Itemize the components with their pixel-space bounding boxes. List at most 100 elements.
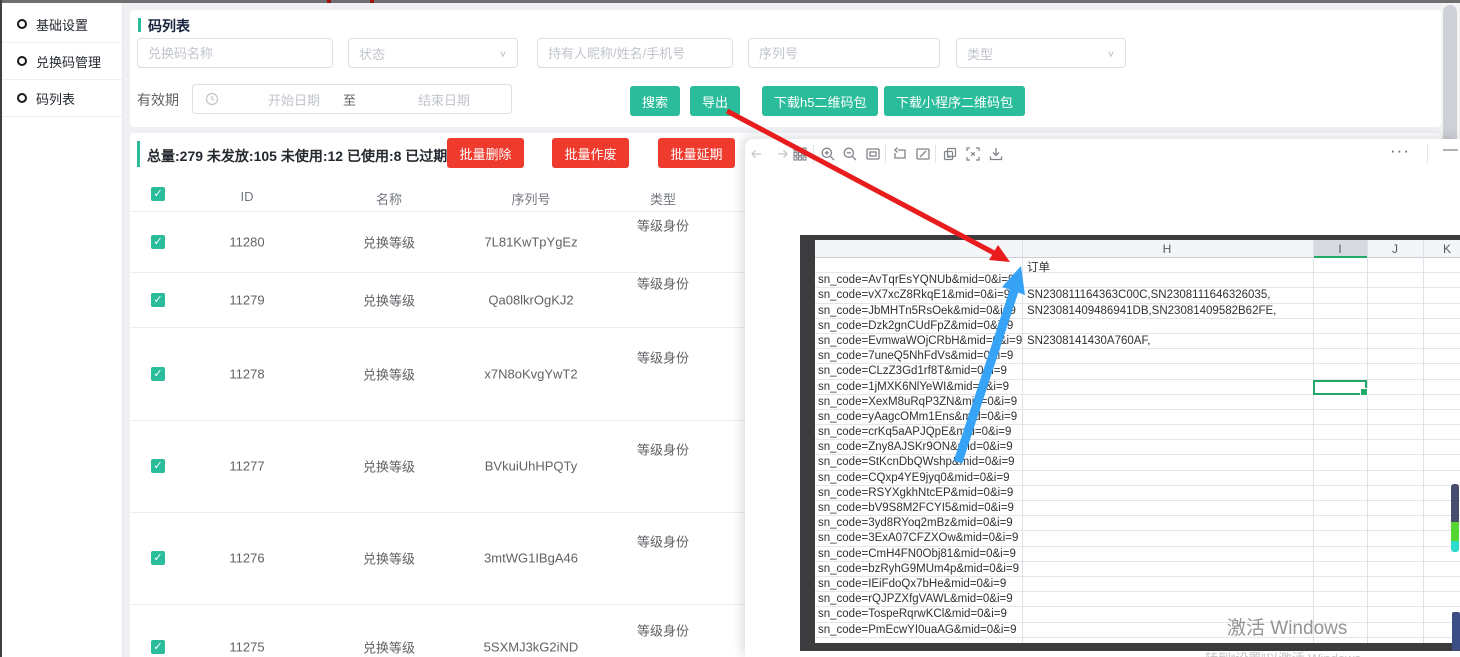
batch-extend-button[interactable]: 批量延期 xyxy=(658,138,735,168)
cell-sn-code[interactable]: sn_code=bzRyhG9MUm4p&mid=0&i=9 xyxy=(818,563,1019,575)
cell-type: 等级身份 xyxy=(637,621,689,640)
grid-line xyxy=(1367,240,1368,643)
download-h5-qrcode-button[interactable]: 下载h5二维码包 xyxy=(762,86,878,116)
cell-sn-code[interactable]: sn_code=bV9S8M2FCYI5&mid=0&i=9 xyxy=(818,502,1014,514)
cell-sn-code[interactable]: sn_code=yAagcOMm1Ens&mid=0&i=9 xyxy=(818,411,1017,423)
batch-delete-button[interactable]: 批量删除 xyxy=(447,138,524,168)
fill-handle[interactable] xyxy=(1360,388,1368,396)
row-checkbox[interactable]: ✓ xyxy=(151,459,165,473)
fit-screen-icon[interactable] xyxy=(865,146,881,162)
cell-order[interactable]: SN230811164363C00C,SN2308111646326035, xyxy=(1027,289,1270,301)
status-select[interactable]: 状态 ∨ xyxy=(348,38,518,68)
cell-sn-code[interactable]: sn_code=CmH4FN0Obj81&mid=0&i=9 xyxy=(818,548,1016,560)
cell-sn-code[interactable]: sn_code=7uneQ5NhFdVs&mid=0&i=9 xyxy=(818,350,1013,362)
minimize-icon[interactable]: — xyxy=(1443,141,1458,158)
cell-sn-code[interactable]: sn_code=3ExA07CFZXOw&mid=0&i=9 xyxy=(818,532,1018,544)
forward-icon[interactable] xyxy=(775,146,791,162)
cell-name: 兑换等级 xyxy=(363,457,415,476)
sheet-row: sn_code=yAagcOMm1Ens&mid=0&i=9 xyxy=(815,410,1460,425)
cell-order[interactable]: SN2308141430A760AF, xyxy=(1027,335,1150,347)
end-date-placeholder: 结束日期 xyxy=(418,90,470,109)
cell-sn-code[interactable]: sn_code=3yd8RYoq2mBz&mid=0&i=9 xyxy=(818,517,1013,529)
row-checkbox[interactable]: ✓ xyxy=(151,367,165,381)
cell-sn-code[interactable]: sn_code=CLzZ3Gd1rf8T&mid=0&i=9 xyxy=(818,365,1007,377)
sheet-scrollbar[interactable] xyxy=(1451,484,1459,552)
validity-label: 有效期 xyxy=(137,86,179,114)
grid-icon[interactable] xyxy=(792,146,808,162)
column-header-J[interactable]: J xyxy=(1392,242,1398,256)
column-header-I[interactable]: I xyxy=(1338,242,1341,256)
cell-sn-code[interactable]: sn_code=EvmwaWOjCRbH&mid=0&i=9 xyxy=(818,335,1022,347)
edit-icon[interactable] xyxy=(915,146,931,162)
column-header-K[interactable]: K xyxy=(1443,242,1451,256)
cell-sn-code[interactable]: sn_code=RSYXgkhNtcEP&mid=0&i=9 xyxy=(818,487,1013,499)
more-icon[interactable]: ··· xyxy=(1390,141,1410,161)
cell-sn-code[interactable]: sn_code=TospeRqrwKCl&mid=0&i=9 xyxy=(818,608,1007,620)
sidebar-item-label: 码列表 xyxy=(36,89,75,108)
cell-type: 等级身份 xyxy=(637,347,689,366)
cell-sn-code[interactable]: sn_code=CQxp4YE9jyq0&mid=0&i=9 xyxy=(818,472,1009,484)
sheet-row: sn_code=bzRyhG9MUm4p&mid=0&i=9 xyxy=(815,562,1460,577)
sheet-row: sn_code=vX7xcZ8RkqE1&mid=0&i=9 SN23081116… xyxy=(815,288,1460,303)
cell-sn-code[interactable]: sn_code=vX7xcZ8RkqE1&mid=0&i=9 xyxy=(818,289,1010,301)
batch-void-button[interactable]: 批量作废 xyxy=(552,138,629,168)
cell-sn-code[interactable]: sn_code=AvTqrEsYQNUb&mid=0&i=9 xyxy=(818,274,1014,286)
cell-id: 11278 xyxy=(229,366,264,381)
top-red-tick xyxy=(370,0,374,3)
cell-sn-code[interactable]: sn_code=Dzk2gnCUdFpZ&mid=0&i=9 xyxy=(818,320,1013,332)
cell-type: 等级身份 xyxy=(637,532,689,551)
cell-sn-code[interactable]: sn_code=XexM8uRqP3ZN&mid=0&i=9 xyxy=(818,396,1017,408)
type-select[interactable]: 类型 ∨ xyxy=(956,38,1126,68)
spreadsheet[interactable]: H I J K 订单sn_code=AvTqrEsYQNUb&mid=0&i=9… xyxy=(815,240,1460,643)
page-scrollbar-thumb[interactable] xyxy=(1443,5,1457,155)
sidebar-item-code-list[interactable]: 码列表 xyxy=(2,80,122,117)
cell-sn-code[interactable]: sn_code=Zny8AJSKr9ON&mid=0&i=9 xyxy=(818,441,1013,453)
row-checkbox[interactable]: ✓ xyxy=(151,293,165,307)
sheet-scrollbar-lower[interactable] xyxy=(1452,612,1460,651)
selected-cell[interactable] xyxy=(1313,380,1367,395)
row-checkbox[interactable]: ✓ xyxy=(151,551,165,565)
download-miniprogram-qrcode-button[interactable]: 下载小程序二维码包 xyxy=(884,86,1025,116)
cell-sn-code[interactable]: sn_code=JbMHTn5RsOek&mid=0&i=9 xyxy=(818,305,1016,317)
sheet-row: sn_code=bV9S8M2FCYI5&mid=0&i=9 xyxy=(815,501,1460,516)
window-top-edge xyxy=(0,0,1460,3)
cell-sn-code[interactable]: sn_code=PmEcwYI0uaAG&mid=0&i=9 xyxy=(818,624,1017,636)
export-button[interactable]: 导出 xyxy=(690,86,740,116)
copy-icon[interactable]: a xyxy=(942,146,958,162)
sidebar-item-redeem-code-manage[interactable]: 兑换码管理 xyxy=(2,43,122,80)
select-all-checkbox[interactable]: ✓ xyxy=(151,187,165,201)
cell-name: 兑换等级 xyxy=(363,638,415,657)
zoom-out-icon[interactable] xyxy=(842,146,858,162)
cell-name: 兑换等级 xyxy=(363,549,415,568)
cell-sn-code[interactable]: sn_code=StKcnDbQWshp&mid=0&i=9 xyxy=(818,456,1015,468)
column-header-serial: 序列号 xyxy=(511,189,550,208)
code-name-input[interactable] xyxy=(137,38,333,68)
cell-sn-code[interactable]: sn_code=1jMXK6NlYeWI&mid=0&i=9 xyxy=(818,381,1009,393)
summary-accent-bar xyxy=(137,141,140,167)
cell-name: 兑换等级 xyxy=(363,364,415,383)
row-checkbox[interactable]: ✓ xyxy=(151,235,165,249)
row-checkbox[interactable]: ✓ xyxy=(151,640,165,654)
download-icon[interactable] xyxy=(988,146,1004,162)
holder-input[interactable] xyxy=(537,38,733,68)
rotate-icon[interactable] xyxy=(892,146,908,162)
back-icon[interactable] xyxy=(748,146,764,162)
serial-input[interactable] xyxy=(748,38,940,68)
cell-sn-code[interactable]: sn_code=IEiFdoQx7bHe&mid=0&i=9 xyxy=(818,578,1006,590)
fullscreen-exit-icon[interactable] xyxy=(965,146,981,162)
cell-type: 等级身份 xyxy=(637,215,689,234)
zoom-in-icon[interactable] xyxy=(820,146,836,162)
sheet-row: sn_code=7uneQ5NhFdVs&mid=0&i=9 xyxy=(815,349,1460,364)
cell-sn-code[interactable]: sn_code=rQJPZXfgVAWL&mid=0&i=9 xyxy=(818,593,1013,605)
sidebar-item-basic-settings[interactable]: 基础设置 xyxy=(2,6,122,43)
search-button[interactable]: 搜索 xyxy=(630,86,680,116)
cell-sn-code[interactable]: sn_code=crKq5aAPJQpE&mid=0&i=9 xyxy=(818,426,1011,438)
admin-page: 基础设置 兑换码管理 码列表 码列表 状态 ∨ 类型 ∨ 有效期 xyxy=(0,0,1460,657)
column-header-type: 类型 xyxy=(650,189,676,208)
sheet-row xyxy=(815,638,1460,643)
cell-order[interactable]: SN23081409486941DB,SN23081409582B62FE, xyxy=(1027,305,1276,317)
column-header-H[interactable]: H xyxy=(1163,242,1172,256)
date-range-picker[interactable]: 开始日期 至 结束日期 xyxy=(192,84,512,114)
radio-icon xyxy=(17,56,27,66)
activate-windows-watermark: 激活 Windows xyxy=(1227,613,1347,640)
